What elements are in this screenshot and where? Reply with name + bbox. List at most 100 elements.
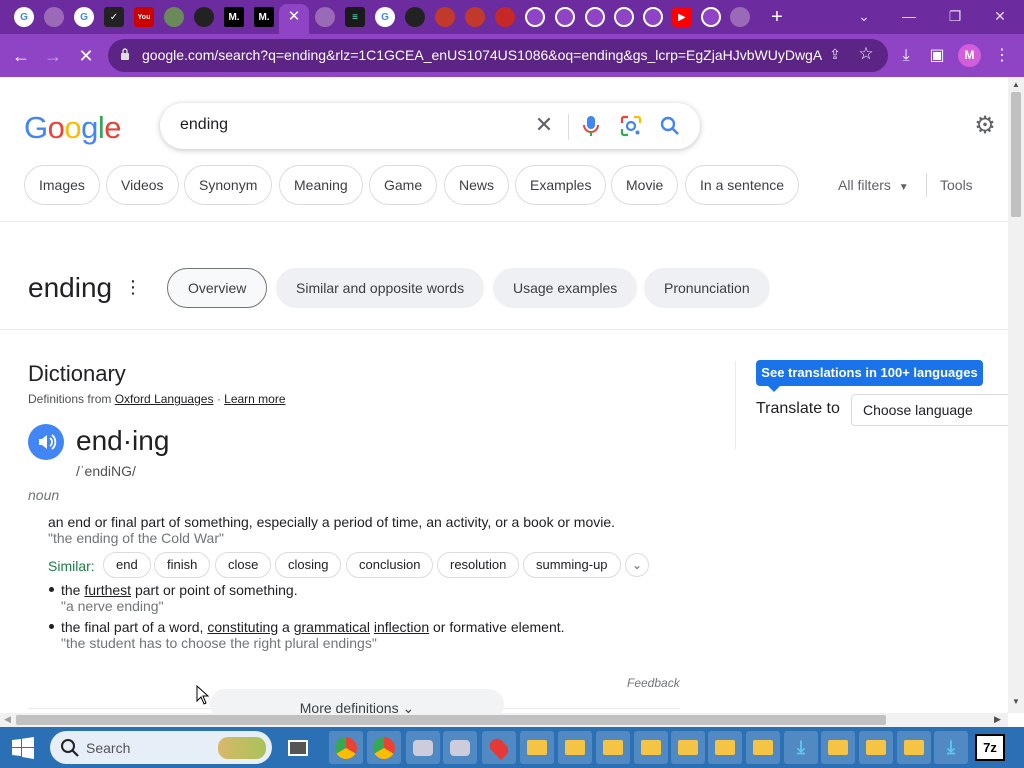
chip-in-a-sentence[interactable]: In a sentence (685, 165, 800, 205)
tab-chrome-icon[interactable] (585, 7, 605, 27)
tab-globe-icon[interactable] (730, 7, 750, 27)
google-logo[interactable]: Google (24, 110, 122, 146)
search-icon[interactable] (658, 114, 682, 138)
scroll-down-icon[interactable]: ▼ (1012, 697, 1020, 706)
synonym-chip[interactable]: resolution (437, 552, 520, 578)
new-tab-icon[interactable]: + (766, 6, 788, 28)
scroll-left-icon[interactable]: ◀ (4, 714, 11, 725)
tab-search-icon[interactable]: ⌄ (850, 4, 878, 28)
tab-google-icon[interactable]: G (14, 7, 34, 27)
clear-icon[interactable]: ✕ (532, 113, 556, 137)
scroll-up-icon[interactable]: ▲ (1012, 80, 1020, 89)
folder-taskbar-icon[interactable] (558, 731, 592, 764)
seven-zip-taskbar-icon[interactable]: 7z (975, 734, 1005, 761)
tab-site-icon[interactable]: ≡ (345, 7, 365, 27)
tab-chrome-icon[interactable] (701, 7, 721, 27)
synonym-chip[interactable]: summing-up (523, 552, 621, 578)
url-text[interactable]: google.com/search?q=ending&rlz=1C1GCEA_e… (142, 47, 822, 65)
bookmark-star-icon[interactable]: ☆ (856, 44, 876, 66)
menu-icon[interactable]: ⋮ (990, 44, 1014, 68)
stop-loading-icon[interactable]: ✕ (73, 43, 99, 69)
search-input[interactable]: ending (180, 116, 228, 134)
synonym-chip[interactable]: conclusion (346, 552, 434, 578)
tools-button[interactable]: Tools (940, 177, 973, 193)
scroll-right-icon[interactable]: ▶ (994, 714, 1001, 725)
chrome-taskbar-icon[interactable] (329, 731, 363, 764)
translations-button[interactable]: See translations in 100+ languages (756, 360, 983, 392)
tab-medium-icon[interactable]: M. (224, 7, 244, 27)
windows-start-icon[interactable] (12, 737, 34, 759)
tab-usage-examples[interactable]: Usage examples (493, 268, 638, 308)
tab-youtube-icon[interactable]: You (134, 7, 154, 27)
downloads-taskbar-icon[interactable]: ⤓ (934, 731, 968, 764)
task-view-icon[interactable] (281, 731, 315, 764)
taskbar-search[interactable]: Search (50, 731, 272, 764)
chip-game[interactable]: Game (369, 165, 438, 205)
vertical-scroll-thumb[interactable] (1011, 92, 1021, 217)
oxford-languages-link[interactable]: Oxford Languages (115, 392, 214, 406)
chip-news[interactable]: News (444, 165, 510, 205)
synonym-chip[interactable]: end (103, 552, 151, 578)
chip-meaning[interactable]: Meaning (279, 165, 363, 205)
expand-similar-icon[interactable]: ⌄ (625, 553, 649, 577)
constituting-link[interactable]: constituting (207, 619, 278, 635)
synonym-chip[interactable]: close (215, 552, 272, 578)
more-options-icon[interactable]: ⋮ (124, 277, 142, 301)
forward-icon[interactable]: → (40, 43, 66, 69)
close-window-icon[interactable]: ✕ (986, 4, 1014, 28)
folder-taskbar-icon[interactable] (821, 731, 855, 764)
restore-icon[interactable]: ❐ (941, 4, 969, 28)
learn-more-link[interactable]: Learn more (224, 392, 285, 406)
microphone-icon[interactable] (581, 114, 601, 138)
back-icon[interactable]: ← (8, 43, 34, 69)
tab-site-icon[interactable] (194, 7, 214, 27)
folder-taskbar-icon[interactable] (746, 731, 780, 764)
file-taskbar-icon[interactable] (520, 731, 554, 764)
tab-globe-icon[interactable] (315, 7, 335, 27)
maps-taskbar-icon[interactable] (482, 731, 516, 764)
chip-images[interactable]: Images (24, 165, 100, 205)
horizontal-scrollbar[interactable]: ◀ ▶ (0, 713, 1008, 727)
tab-site-icon[interactable] (465, 7, 485, 27)
language-select[interactable]: Choose language (851, 394, 1008, 426)
chip-movie[interactable]: Movie (611, 165, 679, 205)
furthest-link[interactable]: furthest (84, 582, 131, 598)
tab-site-icon[interactable] (435, 7, 455, 27)
inflection-link[interactable]: inflection (374, 619, 429, 635)
folder-taskbar-icon[interactable] (634, 731, 668, 764)
tab-site-icon[interactable] (405, 7, 425, 27)
tab-chrome-icon[interactable] (525, 7, 545, 27)
chip-examples[interactable]: Examples (515, 165, 607, 205)
tab-site-icon[interactable] (164, 7, 184, 27)
tab-youtube-icon[interactable]: ▶ (672, 7, 692, 27)
folder-taskbar-icon[interactable] (859, 731, 893, 764)
search-box[interactable]: ending ✕ (160, 103, 700, 149)
folder-taskbar-icon[interactable] (596, 731, 630, 764)
synonym-chip[interactable]: finish (154, 552, 211, 578)
tab-chrome-icon[interactable] (614, 7, 634, 27)
tab-medium-icon[interactable]: M. (254, 7, 274, 27)
tab-google-icon[interactable]: G (375, 7, 395, 27)
minimize-icon[interactable]: — (895, 4, 923, 28)
folder-taskbar-icon[interactable] (671, 731, 705, 764)
file-taskbar-icon[interactable] (897, 731, 931, 764)
grammatical-link[interactable]: grammatical (294, 619, 370, 635)
app-taskbar-icon[interactable] (406, 731, 440, 764)
side-panel-icon[interactable]: ▣ (925, 44, 949, 68)
all-filters-button[interactable]: All filters ▼ (838, 177, 909, 193)
tab-overview[interactable]: Overview (167, 268, 268, 308)
downloads-taskbar-icon[interactable]: ⤓ (784, 731, 818, 764)
pronounce-speaker-button[interactable] (28, 424, 64, 460)
tab-google-icon[interactable]: G (74, 7, 94, 27)
feedback-link[interactable]: Feedback (627, 676, 680, 690)
vertical-scrollbar[interactable]: ▲ ▼ (1008, 77, 1024, 713)
tab-globe-icon[interactable] (44, 7, 64, 27)
synonym-chip[interactable]: closing (275, 552, 342, 578)
tab-close-icon[interactable]: ✕ (285, 8, 303, 26)
tab-chrome-icon[interactable] (643, 7, 663, 27)
tab-chrome-icon[interactable] (555, 7, 575, 27)
tab-pronunciation[interactable]: Pronunciation (644, 268, 770, 308)
profile-avatar[interactable]: M (958, 44, 981, 67)
horizontal-scroll-thumb[interactable] (16, 715, 886, 725)
chip-videos[interactable]: Videos (106, 165, 179, 205)
